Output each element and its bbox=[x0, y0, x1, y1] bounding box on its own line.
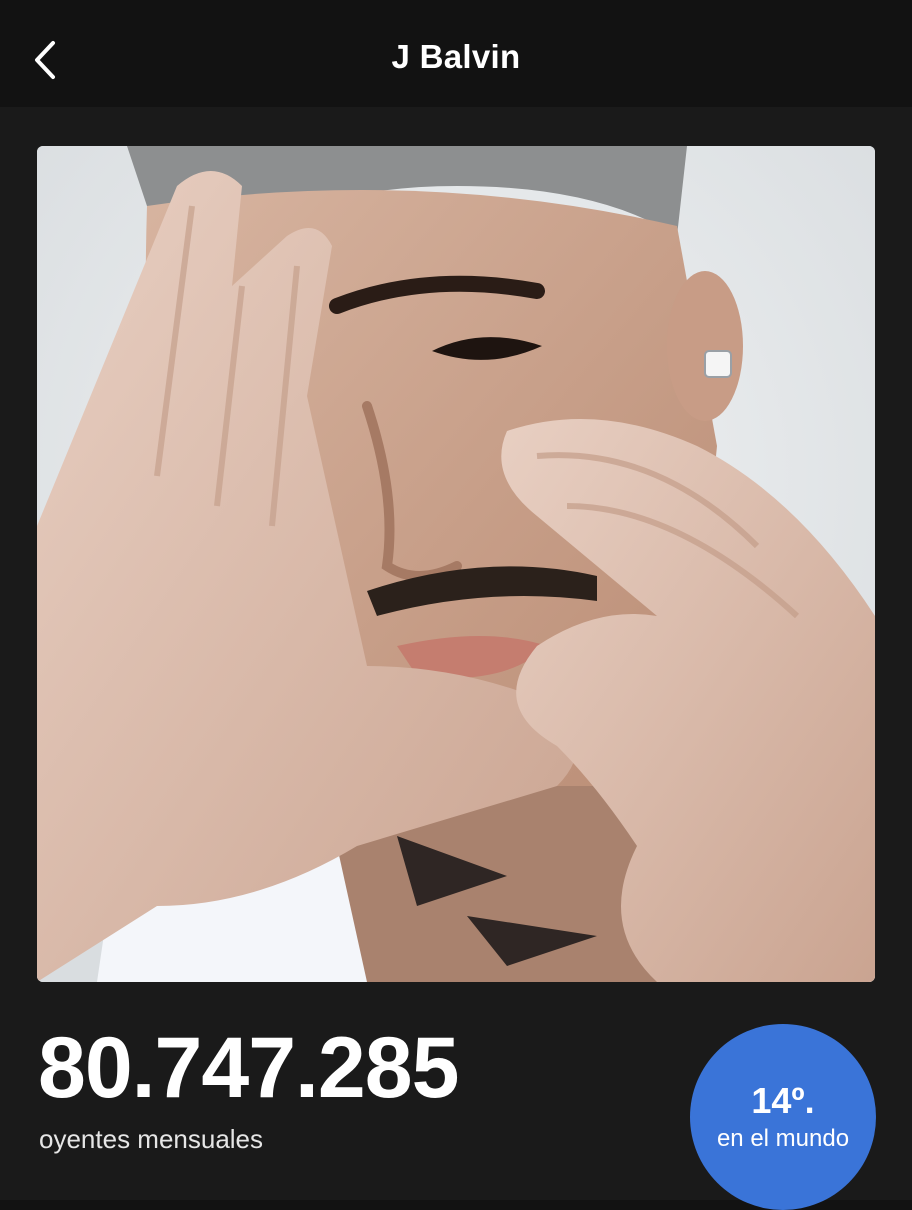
top-bar: J Balvin bbox=[0, 0, 912, 107]
world-rank-number: 14º. bbox=[751, 1080, 815, 1122]
artist-name-title: J Balvin bbox=[391, 38, 521, 75]
monthly-listeners-count: 80.747.285 bbox=[38, 1020, 459, 1116]
artist-photo-illustration bbox=[37, 146, 875, 982]
artist-photo bbox=[37, 146, 875, 982]
world-rank-label: en el mundo bbox=[716, 1124, 850, 1152]
monthly-listeners-label: oyentes mensuales bbox=[39, 1124, 264, 1154]
world-rank-badge: 14º. en el mundo bbox=[690, 1024, 876, 1210]
artist-about-content: 80.747.285 oyentes mensuales 14º. en el … bbox=[0, 107, 912, 1210]
